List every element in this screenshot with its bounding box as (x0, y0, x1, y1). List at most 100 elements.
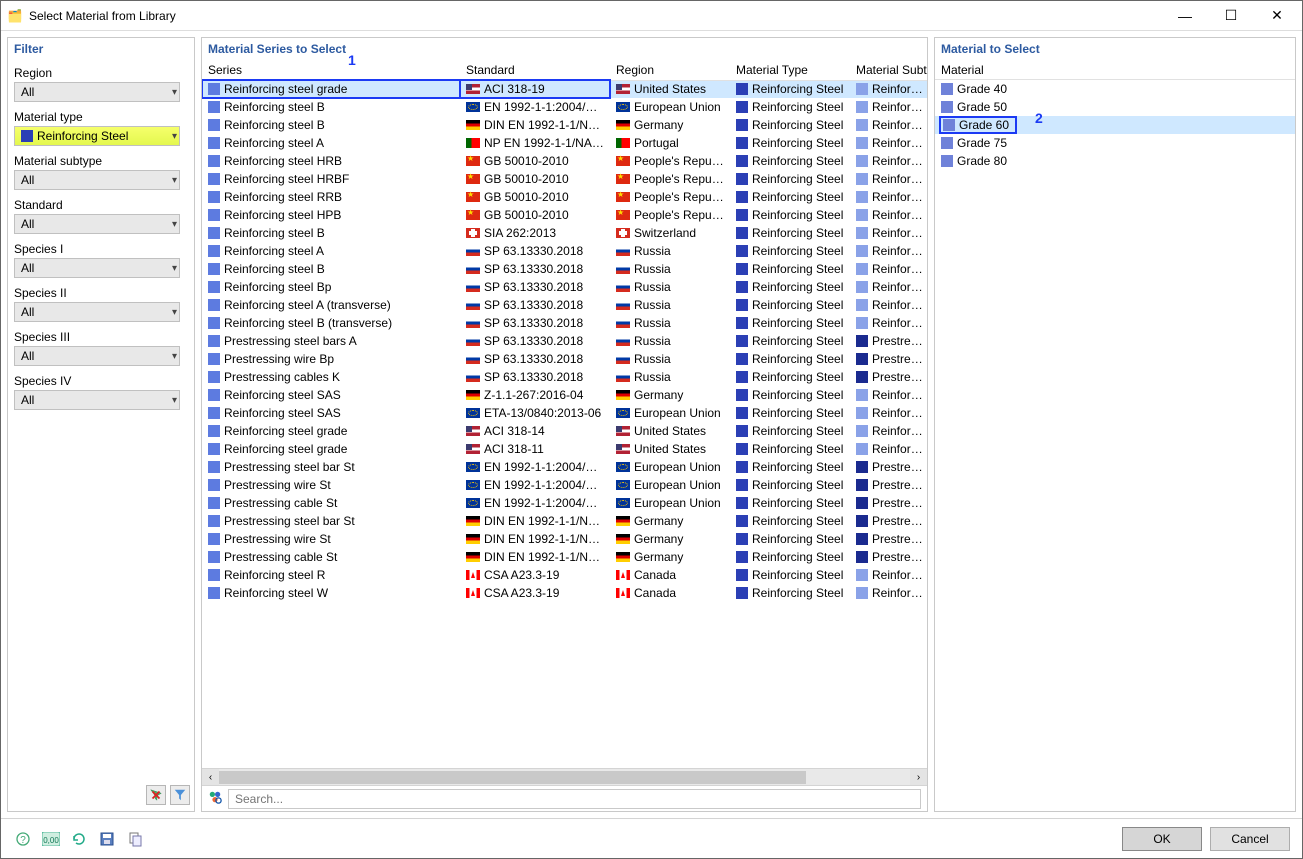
series-row[interactable]: Reinforcing steel BSP 63.13330.2018Russi… (202, 260, 927, 278)
filter-combo-species3[interactable]: All▾ (14, 346, 180, 366)
series-row[interactable]: Reinforcing steel gradeACI 318-19United … (202, 80, 927, 98)
flag-icon (616, 246, 630, 256)
material-name: Grade 60 (959, 118, 1009, 132)
filter-combo-region[interactable]: All▾ (14, 82, 180, 102)
series-row[interactable]: Prestressing wire StEN 1992-1-1:2004/A1:… (202, 476, 927, 494)
scroll-right-button[interactable]: › (910, 769, 927, 785)
subtype-icon (856, 191, 868, 203)
copy-icon[interactable] (125, 829, 145, 849)
svg-text:0,00: 0,00 (43, 836, 59, 845)
units-icon[interactable]: 0,00 (41, 829, 61, 849)
ok-button[interactable]: OK (1122, 827, 1202, 851)
close-button[interactable]: ✕ (1254, 2, 1300, 30)
type-icon (736, 569, 748, 581)
cancel-button[interactable]: Cancel (1210, 827, 1290, 851)
subtype-icon (856, 551, 868, 563)
flag-icon (466, 120, 480, 130)
type-icon (736, 443, 748, 455)
series-row[interactable]: Prestressing cable StEN 1992-1-1:2004/A1… (202, 494, 927, 512)
filter-combo-species2[interactable]: All▾ (14, 302, 180, 322)
type-icon (736, 425, 748, 437)
search-input[interactable] (228, 789, 921, 809)
series-row[interactable]: Reinforcing steel RRBGB 50010-2010People… (202, 188, 927, 206)
material-swatch-icon (941, 155, 953, 167)
series-row[interactable]: Reinforcing steel ASP 63.13330.2018Russi… (202, 242, 927, 260)
subtype-icon (856, 209, 868, 221)
col-series[interactable]: Series (202, 60, 460, 80)
filter-combo-material_subtype[interactable]: All▾ (14, 170, 180, 190)
materials-column-header[interactable]: Material (935, 60, 1295, 80)
flag-icon (616, 192, 630, 202)
chevron-down-icon: ▾ (172, 175, 177, 186)
series-row[interactable]: Prestressing steel bar StEN 1992-1-1:200… (202, 458, 927, 476)
filter-label-material_subtype: Material subtype (14, 154, 188, 168)
chevron-down-icon: ▾ (172, 395, 177, 406)
flag-icon (466, 318, 480, 328)
series-row[interactable]: Prestressing steel bar StDIN EN 1992-1-1… (202, 512, 927, 530)
type-icon (736, 515, 748, 527)
filter-panel: Filter RegionAll▾Material typeReinforcin… (7, 37, 195, 812)
subtype-icon (856, 281, 868, 293)
series-row[interactable]: Prestressing wire StDIN EN 1992-1-1/NA/A… (202, 530, 927, 548)
filter-label-species2: Species II (14, 286, 188, 300)
material-icon (208, 137, 220, 149)
material-icon (208, 317, 220, 329)
filter-combo-material_type[interactable]: Reinforcing Steel▾ (14, 126, 180, 146)
flag-icon (616, 120, 630, 130)
save-icon[interactable] (97, 829, 117, 849)
series-row[interactable]: Reinforcing steel RCSA A23.3-19CanadaRei… (202, 566, 927, 584)
series-row[interactable]: Reinforcing steel BSIA 262:2013Switzerla… (202, 224, 927, 242)
series-row[interactable]: Reinforcing steel BDIN EN 1992-1-1/NA/A1… (202, 116, 927, 134)
annotation-2: 2 (1035, 110, 1043, 126)
col-subtype[interactable]: Material Subtype (850, 60, 927, 80)
material-icon (208, 263, 220, 275)
series-row[interactable]: Prestressing cables KSP 63.13330.2018Rus… (202, 368, 927, 386)
series-row[interactable]: Reinforcing steel HRBFGB 50010-2010Peopl… (202, 170, 927, 188)
series-row[interactable]: Reinforcing steel HPBGB 50010-2010People… (202, 206, 927, 224)
col-region[interactable]: Region (610, 60, 730, 80)
filter-value: All (21, 261, 172, 275)
minimize-button[interactable]: — (1162, 2, 1208, 30)
material-item[interactable]: Grade 50 (935, 98, 1295, 116)
filter-combo-species1[interactable]: All▾ (14, 258, 180, 278)
info-icon[interactable]: ? (13, 829, 33, 849)
refresh-icon[interactable] (69, 829, 89, 849)
material-item[interactable]: Grade 60 (935, 116, 1295, 134)
maximize-button[interactable]: ☐ (1208, 2, 1254, 30)
flag-icon (466, 228, 480, 238)
material-item[interactable]: Grade 80 (935, 152, 1295, 170)
series-row[interactable]: Reinforcing steel gradeACI 318-11United … (202, 440, 927, 458)
filter-combo-standard[interactable]: All▾ (14, 214, 180, 234)
series-row[interactable]: Reinforcing steel BpSP 63.13330.2018Russ… (202, 278, 927, 296)
material-item[interactable]: Grade 40 (935, 80, 1295, 98)
series-row[interactable]: Reinforcing steel gradeACI 318-14United … (202, 422, 927, 440)
col-standard[interactable]: Standard (460, 60, 610, 80)
series-row[interactable]: Reinforcing steel B (transverse)SP 63.13… (202, 314, 927, 332)
series-row[interactable]: Reinforcing steel HRBGB 50010-2010People… (202, 152, 927, 170)
series-row[interactable]: Reinforcing steel ANP EN 1992-1-1/NA:201… (202, 134, 927, 152)
filter-combo-species4[interactable]: All▾ (14, 390, 180, 410)
series-row[interactable]: Reinforcing steel SASETA-13/0840:2013-06… (202, 404, 927, 422)
filter-button[interactable] (170, 785, 190, 805)
clear-filter-button[interactable] (146, 785, 166, 805)
series-row[interactable]: Reinforcing steel A (transverse)SP 63.13… (202, 296, 927, 314)
type-icon (736, 83, 748, 95)
subtype-icon (856, 533, 868, 545)
subtype-icon (856, 425, 868, 437)
horizontal-scrollbar[interactable]: ‹ › (202, 768, 927, 785)
flag-icon (466, 300, 480, 310)
series-row[interactable]: Prestressing cable StDIN EN 1992-1-1/NA/… (202, 548, 927, 566)
series-row[interactable]: Reinforcing steel WCSA A23.3-19CanadaRei… (202, 584, 927, 602)
series-row[interactable]: Reinforcing steel SASZ-1.1-267:2016-04Ge… (202, 386, 927, 404)
material-swatch-icon (941, 101, 953, 113)
series-row[interactable]: Prestressing wire BpSP 63.13330.2018Russ… (202, 350, 927, 368)
subtype-icon (856, 515, 868, 527)
col-type[interactable]: Material Type (730, 60, 850, 80)
series-row[interactable]: Prestressing steel bars ASP 63.13330.201… (202, 332, 927, 350)
flag-icon (616, 426, 630, 436)
series-row[interactable]: Reinforcing steel BEN 1992-1-1:2004/A1:2… (202, 98, 927, 116)
scroll-left-button[interactable]: ‹ (202, 769, 219, 785)
type-icon (736, 461, 748, 473)
material-item[interactable]: Grade 75 (935, 134, 1295, 152)
type-icon (736, 119, 748, 131)
